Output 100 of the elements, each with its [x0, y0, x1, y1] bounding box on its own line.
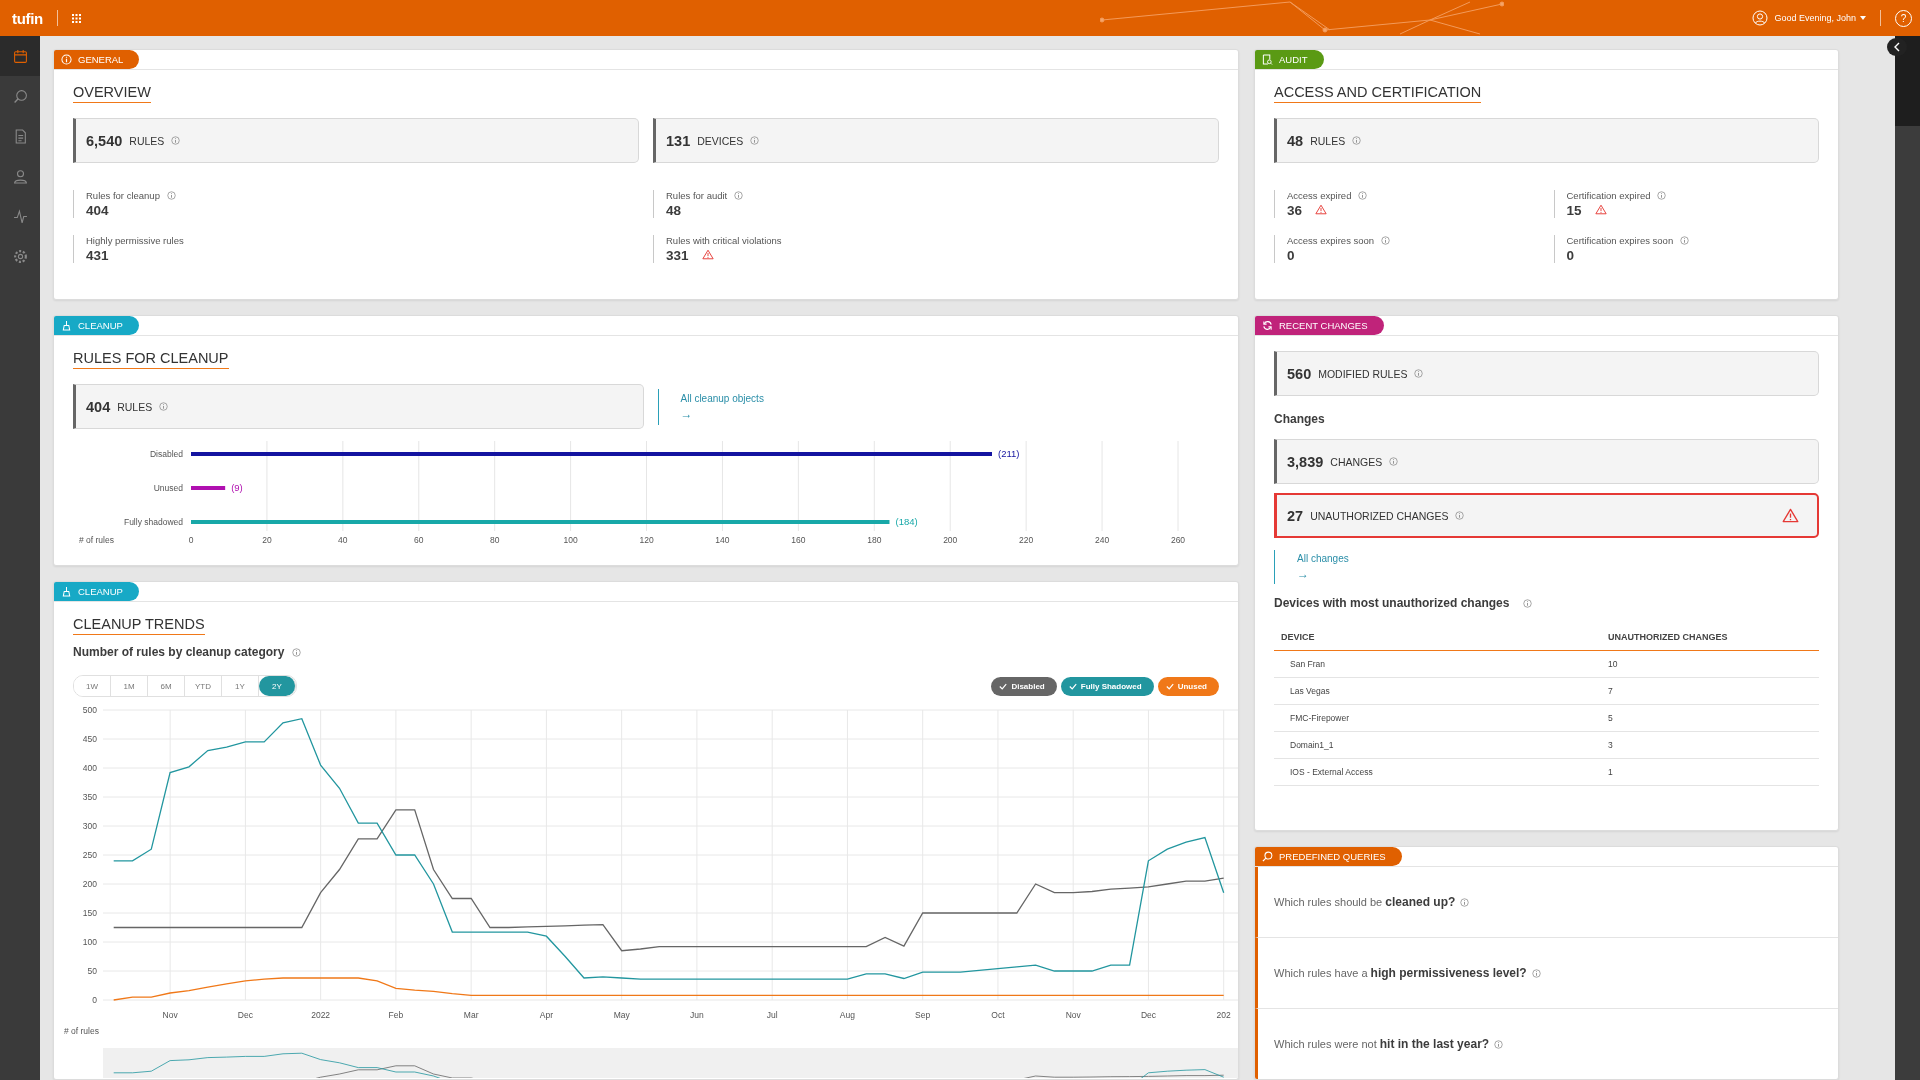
- column-header[interactable]: UNAUTHORIZED CHANGES: [1601, 624, 1819, 651]
- axis-tick-label: Aug: [839, 1010, 855, 1020]
- stat-value: 48: [1287, 132, 1304, 149]
- info-icon[interactable]: [1358, 191, 1368, 200]
- settings-icon: [12, 248, 28, 264]
- stat-label: RULES: [1310, 134, 1346, 147]
- card-title: CLEANUP TRENDS: [73, 616, 205, 635]
- axis-tick-label: 350: [82, 792, 97, 802]
- stat-label: UNAUTHORIZED CHANGES: [1310, 509, 1449, 522]
- range-button[interactable]: 1W: [74, 676, 111, 696]
- info-icon[interactable]: [159, 402, 169, 411]
- query-item[interactable]: Which rules should be cleaned up?: [1255, 867, 1838, 938]
- user-icon[interactable]: [1752, 10, 1769, 26]
- axis-caption: # of rules: [79, 535, 114, 545]
- tag-label: RECENT CHANGES: [1279, 320, 1368, 331]
- metric-value: 431: [86, 248, 109, 263]
- table-cell: 1: [1601, 758, 1819, 786]
- metric-value: 36: [1287, 203, 1303, 218]
- check-icon: [1165, 682, 1174, 690]
- stat-label: RULES: [117, 400, 153, 413]
- metric-label: Highly permissive rules: [86, 235, 184, 246]
- section-heading: Devices with most unauthorized changes: [1274, 596, 1510, 610]
- axis-tick-label: Nov: [1065, 1010, 1081, 1020]
- stat-label: RULES: [129, 134, 165, 147]
- metric-value: 48: [666, 203, 682, 218]
- axis-tick-label: 100: [563, 535, 578, 545]
- info-icon: [61, 54, 72, 65]
- axis-tick-label: Oct: [991, 1010, 1005, 1020]
- table-cell: IOS - External Access: [1274, 758, 1601, 786]
- axis-tick-label: 250: [82, 850, 97, 860]
- axis-tick-label: 50: [87, 966, 97, 976]
- axis-tick-label: Jul: [766, 1010, 778, 1020]
- arrow-link[interactable]: →: [1297, 567, 1819, 581]
- metric-value: 331: [666, 248, 689, 263]
- axis-tick-label: 60: [414, 535, 424, 545]
- all-link[interactable]: All changes: [1297, 553, 1819, 564]
- axis-tick-label: Feb: [388, 1010, 404, 1020]
- caret-icon: [1860, 16, 1866, 20]
- metric-label: Rules with critical violations: [666, 235, 782, 246]
- info-icon[interactable]: [1455, 511, 1465, 520]
- info-icon[interactable]: [1414, 369, 1424, 378]
- axis-tick-label: 140: [715, 535, 730, 545]
- stat-value: 404: [86, 398, 111, 415]
- range-button[interactable]: 2Y: [259, 676, 296, 696]
- tag-label: GENERAL: [78, 54, 124, 65]
- legend-toggle[interactable]: Unused: [1157, 676, 1219, 696]
- chart-title: Number of rules by cleanup category: [73, 645, 285, 659]
- document-search-icon: [1262, 54, 1273, 65]
- category-label: Disabled: [149, 449, 183, 459]
- axis-tick-label: Apr: [539, 1010, 554, 1020]
- info-icon[interactable]: [1523, 598, 1533, 608]
- info-icon[interactable]: [171, 136, 181, 145]
- value-label: (9): [231, 482, 243, 493]
- all-link[interactable]: All cleanup objects: [680, 392, 1219, 404]
- column-header[interactable]: DEVICE: [1274, 624, 1601, 651]
- info-icon[interactable]: [292, 647, 302, 657]
- collapse-button[interactable]: [1887, 38, 1907, 56]
- axis-tick-label: Dec: [1140, 1010, 1156, 1020]
- axis-tick-label: 260: [1170, 535, 1186, 545]
- sidebar-item[interactable]: [0, 36, 40, 76]
- user-menu[interactable]: Good Evening, John: [1774, 13, 1866, 23]
- info-icon[interactable]: [1352, 136, 1362, 145]
- info-icon[interactable]: [166, 191, 176, 200]
- apps-grid-icon[interactable]: [72, 13, 81, 23]
- info-icon[interactable]: [1460, 897, 1470, 907]
- metric-label: Rules for cleanup: [86, 190, 160, 201]
- metric-value: 0: [1566, 248, 1574, 263]
- axis-tick-label: 100: [82, 937, 97, 947]
- logo[interactable]: tufin: [12, 9, 43, 27]
- info-icon[interactable]: [1381, 236, 1391, 245]
- tag-label: PREDEFINED QUERIES: [1279, 851, 1386, 862]
- axis-tick-label: Nov: [162, 1010, 178, 1020]
- axis-tick-label: 200: [82, 879, 97, 889]
- axis-tick-label: May: [613, 1010, 630, 1020]
- axis-tick-label: Jun: [690, 1010, 704, 1020]
- metric-value: 0: [1287, 248, 1295, 263]
- axis-title: # of rules: [64, 1026, 99, 1036]
- stat-label: DEVICES: [697, 134, 744, 147]
- calendar-icon: [12, 48, 28, 64]
- info-icon[interactable]: [1494, 1039, 1504, 1049]
- query-item[interactable]: Which rules were not hit in the last year?: [1255, 1009, 1838, 1079]
- info-icon[interactable]: [1657, 191, 1667, 200]
- check-icon: [999, 682, 1008, 690]
- query-text: Which rules were not hit in the last year?: [1274, 1037, 1490, 1051]
- info-icon[interactable]: [1531, 968, 1541, 978]
- axis-tick-label: 202: [1216, 1010, 1231, 1020]
- arrow-link[interactable]: →: [680, 406, 1219, 421]
- info-icon[interactable]: [1680, 236, 1690, 245]
- info-icon[interactable]: [750, 136, 760, 145]
- axis-tick-label: 180: [867, 535, 882, 545]
- info-icon[interactable]: [1389, 457, 1399, 466]
- stat-value: 6,540: [86, 132, 123, 149]
- table-cell: 10: [1601, 650, 1819, 678]
- legend-toggle[interactable]: Disabled: [991, 676, 1057, 696]
- query-item[interactable]: Which rules have a high permissiveness level?: [1255, 938, 1838, 1009]
- info-icon[interactable]: [734, 191, 744, 200]
- legend-toggle[interactable]: Fully Shadowed: [1060, 676, 1154, 696]
- stat-label: CHANGES: [1330, 455, 1383, 468]
- table-cell: 3: [1601, 731, 1819, 759]
- search-icon: [1262, 851, 1273, 862]
